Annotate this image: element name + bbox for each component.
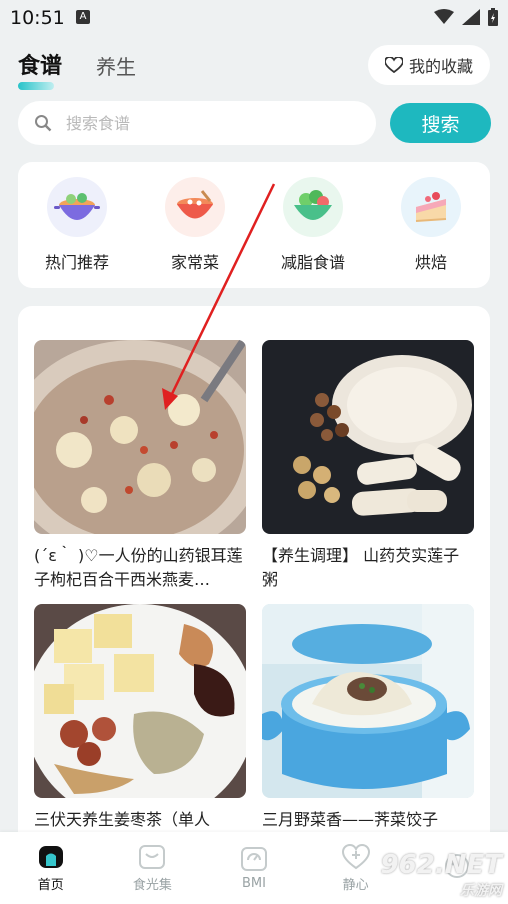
heart-icon (384, 57, 403, 73)
wifi-icon (434, 9, 454, 24)
collection-icon (139, 844, 166, 869)
scale-icon (240, 846, 267, 871)
home-icon (38, 845, 63, 868)
recipe-image (34, 604, 246, 798)
recipe-card[interactable]: 三月野菜香——荠菜饺子 (262, 604, 474, 846)
search-bar (18, 101, 376, 145)
pot-icon (47, 177, 107, 237)
status-bar: 10:51 A (0, 0, 508, 34)
nav-label: 首页 (37, 877, 64, 893)
category-label: 家常菜 (170, 253, 219, 272)
battery-icon (488, 8, 498, 26)
watermark-main: 962.NET (380, 850, 502, 880)
recipe-title: (´ε｀ )♡一人份的山药银耳莲子枸杞百合干西米燕麦… (34, 546, 243, 589)
nav-collection[interactable]: 食光集 (107, 844, 197, 893)
nav-label: 静心 (342, 877, 369, 893)
top-tabs: 食谱 养生 (18, 48, 136, 90)
watermark: 962.NET 乐游网 (381, 850, 502, 900)
category-label: 烘焙 (414, 253, 447, 272)
signal-icon (462, 9, 480, 25)
recipe-card[interactable]: 【养生调理】 山药芡实莲子粥 (262, 340, 474, 592)
notification-badge: A (76, 10, 90, 24)
nav-home[interactable]: 首页 (6, 844, 96, 893)
tab-recipes[interactable]: 食谱 (18, 48, 62, 90)
nav-label: 食光集 (132, 877, 172, 893)
status-time: 10:51 (10, 7, 65, 29)
soup-bowl-icon (165, 177, 225, 237)
category-hot[interactable]: 热门推荐 (22, 177, 132, 273)
category-baking[interactable]: 烘焙 (376, 177, 486, 273)
category-home-cooking[interactable]: 家常菜 (140, 177, 250, 273)
recipe-card[interactable]: (´ε｀ )♡一人份的山药银耳莲子枸杞百合干西米燕麦… (34, 340, 246, 592)
recipe-image (34, 340, 246, 534)
favorites-label: 我的收藏 (408, 57, 473, 76)
category-label: 热门推荐 (44, 253, 109, 272)
recipe-title: 【养生调理】 山药芡实莲子粥 (262, 546, 460, 589)
cake-icon (401, 177, 461, 237)
watermark-sub: 乐游网 (460, 883, 502, 899)
search-button[interactable]: 搜索 (390, 103, 491, 143)
nav-bmi[interactable]: BMI (209, 846, 299, 891)
recipe-card[interactable]: 三伏天养生姜枣茶（单人 (34, 604, 246, 846)
search-input[interactable] (64, 112, 348, 134)
category-panel: 热门推荐 家常菜 减脂食谱 烘焙 (18, 162, 490, 288)
status-icons (434, 8, 498, 26)
nav-label: BMI (242, 875, 266, 891)
recipe-image (262, 340, 474, 534)
search-icon (35, 115, 52, 132)
recipe-image (262, 604, 474, 798)
recipe-feed: (´ε｀ )♡一人份的山药银耳莲子枸杞百合干西米燕麦… 【养生调理】 山药芡实莲… (18, 306, 490, 846)
favorites-button[interactable]: 我的收藏 (368, 45, 490, 85)
category-label: 减脂食谱 (280, 253, 345, 272)
tab-health[interactable]: 养生 (96, 51, 136, 80)
category-fat-loss[interactable]: 减脂食谱 (258, 177, 368, 273)
salad-bowl-icon (283, 177, 343, 237)
heart-plus-icon (341, 843, 370, 869)
